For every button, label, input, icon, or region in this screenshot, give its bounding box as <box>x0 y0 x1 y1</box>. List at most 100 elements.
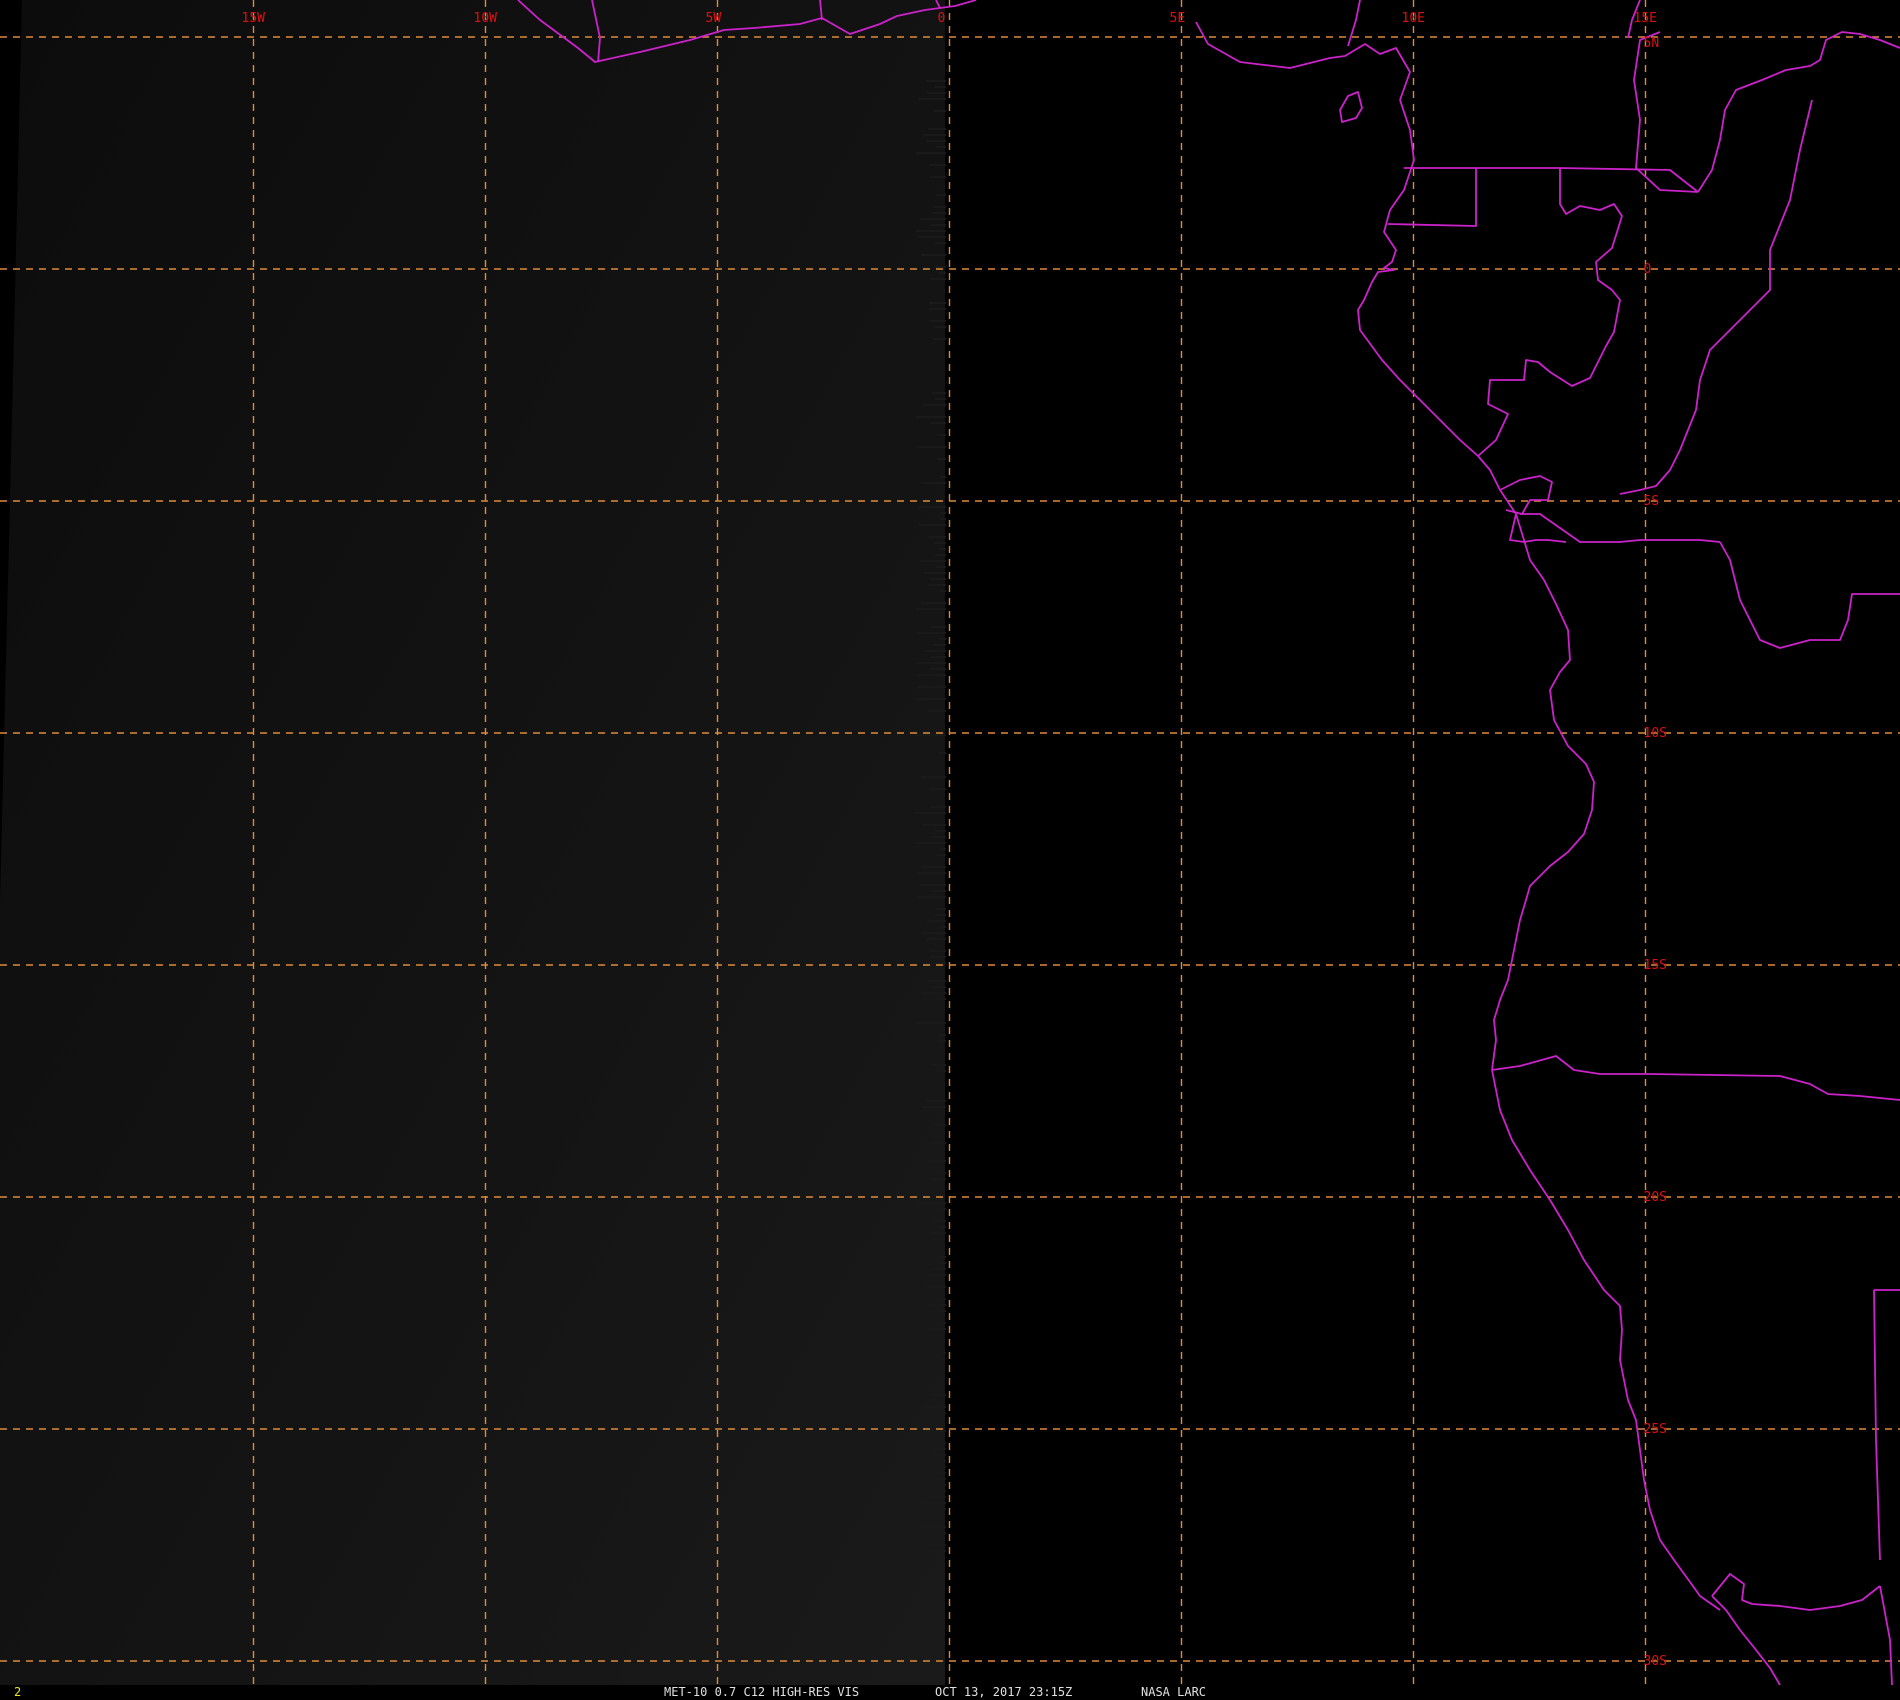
scan-artifact <box>921 1526 946 1528</box>
scan-artifact <box>917 686 946 688</box>
scan-artifact <box>934 242 946 244</box>
scan-artifact <box>931 1064 946 1066</box>
longitude-label: 10W <box>474 11 498 26</box>
scan-artifact <box>931 1232 946 1234</box>
scan-artifact <box>919 1502 946 1504</box>
scan-artifact <box>938 434 946 436</box>
longitude-label: 10E <box>1402 11 1425 26</box>
scan-artifact <box>939 1256 946 1258</box>
scan-artifact <box>929 1550 946 1552</box>
scan-artifact <box>934 1454 946 1456</box>
latitude-label: 25S <box>1644 1422 1667 1437</box>
scan-artifact <box>934 326 946 328</box>
scan-artifact <box>936 854 946 856</box>
scan-artifact <box>937 458 946 460</box>
scan-artifact <box>932 890 946 892</box>
scan-artifact <box>927 980 946 982</box>
scan-artifact <box>931 626 946 628</box>
scan-artifact <box>930 1496 946 1498</box>
scan-artifact <box>916 842 946 844</box>
scan-artifact <box>927 92 946 94</box>
scan-artifact <box>925 1100 946 1102</box>
scan-artifact <box>931 806 946 808</box>
scan-artifact <box>930 956 946 958</box>
scan-artifact <box>930 176 946 178</box>
scan-artifact <box>917 662 946 664</box>
scan-artifact <box>932 986 946 988</box>
scan-artifact <box>940 1352 946 1354</box>
scan-artifact <box>930 578 946 580</box>
scan-artifact <box>919 506 946 508</box>
scan-artifact <box>928 584 946 586</box>
scan-artifact <box>927 1460 946 1462</box>
scan-artifact <box>940 848 946 850</box>
scan-artifact <box>917 872 946 874</box>
scan-artifact <box>919 524 946 526</box>
scan-artifact <box>938 1298 946 1300</box>
scan-artifact <box>927 1274 946 1276</box>
scan-artifact <box>918 446 946 448</box>
longitude-label: 15W <box>242 11 266 26</box>
scan-artifact <box>940 518 946 520</box>
scan-artifact <box>929 164 946 166</box>
scan-artifact <box>936 194 946 196</box>
scan-artifact <box>921 992 946 994</box>
scan-artifact <box>921 602 946 604</box>
scan-artifact <box>930 1142 946 1144</box>
latitude-label: 5S <box>1644 494 1660 509</box>
scan-artifact <box>935 554 946 556</box>
scan-artifact <box>931 422 946 424</box>
scan-artifact <box>932 1394 946 1396</box>
timestamp-label: OCT 13, 2017 23:15Z <box>935 1685 1073 1699</box>
scan-artifact <box>937 962 946 964</box>
scan-artifact <box>934 86 946 88</box>
scan-artifact <box>929 308 946 310</box>
scan-artifact <box>934 1220 946 1222</box>
scan-artifact <box>936 146 946 148</box>
scan-artifact <box>915 734 946 736</box>
scan-artifact <box>938 272 946 274</box>
scan-artifact <box>931 656 946 658</box>
latitude-label: 30S <box>1644 1654 1667 1669</box>
scan-artifact <box>940 1310 946 1312</box>
scan-artifact <box>916 152 946 154</box>
scan-artifact <box>940 590 946 592</box>
latitude-label: 5N <box>1644 36 1660 51</box>
scan-artifact <box>933 1412 946 1414</box>
scan-artifact <box>938 1208 946 1210</box>
scan-artifact <box>937 1040 946 1042</box>
scan-artifact <box>928 128 946 130</box>
scan-artifact <box>923 404 946 406</box>
scan-artifact <box>936 1262 946 1264</box>
scan-artifact <box>933 542 946 544</box>
scan-artifact <box>931 1178 946 1180</box>
scan-region <box>0 0 945 1685</box>
scan-artifact <box>916 230 946 232</box>
scan-artifact <box>936 566 946 568</box>
longitude-label: 5E <box>1170 11 1186 26</box>
scan-artifact <box>931 1472 946 1474</box>
scan-artifact <box>919 884 946 886</box>
scan-artifact <box>921 866 946 868</box>
scan-artifact <box>939 548 946 550</box>
scan-artifact <box>935 998 946 1000</box>
scan-artifact <box>923 1430 946 1432</box>
latitude-label: 20S <box>1644 1190 1667 1205</box>
scan-artifact <box>929 788 946 790</box>
scan-artifact <box>935 830 946 832</box>
scan-artifact <box>935 398 946 400</box>
scan-artifact <box>938 1034 946 1036</box>
scan-artifact <box>932 1448 946 1450</box>
scan-artifact <box>940 512 946 514</box>
scan-artifact <box>923 134 946 136</box>
scan-artifact <box>927 1160 946 1162</box>
longitude-label: 0 <box>938 11 946 26</box>
scan-artifact <box>932 1124 946 1126</box>
scan-artifact <box>938 1172 946 1174</box>
scan-artifact <box>925 1286 946 1288</box>
scan-artifact <box>927 920 946 922</box>
scan-artifact <box>916 1466 946 1468</box>
scan-artifact <box>926 80 946 82</box>
scan-artifact <box>939 638 946 640</box>
scan-artifact <box>926 140 946 142</box>
